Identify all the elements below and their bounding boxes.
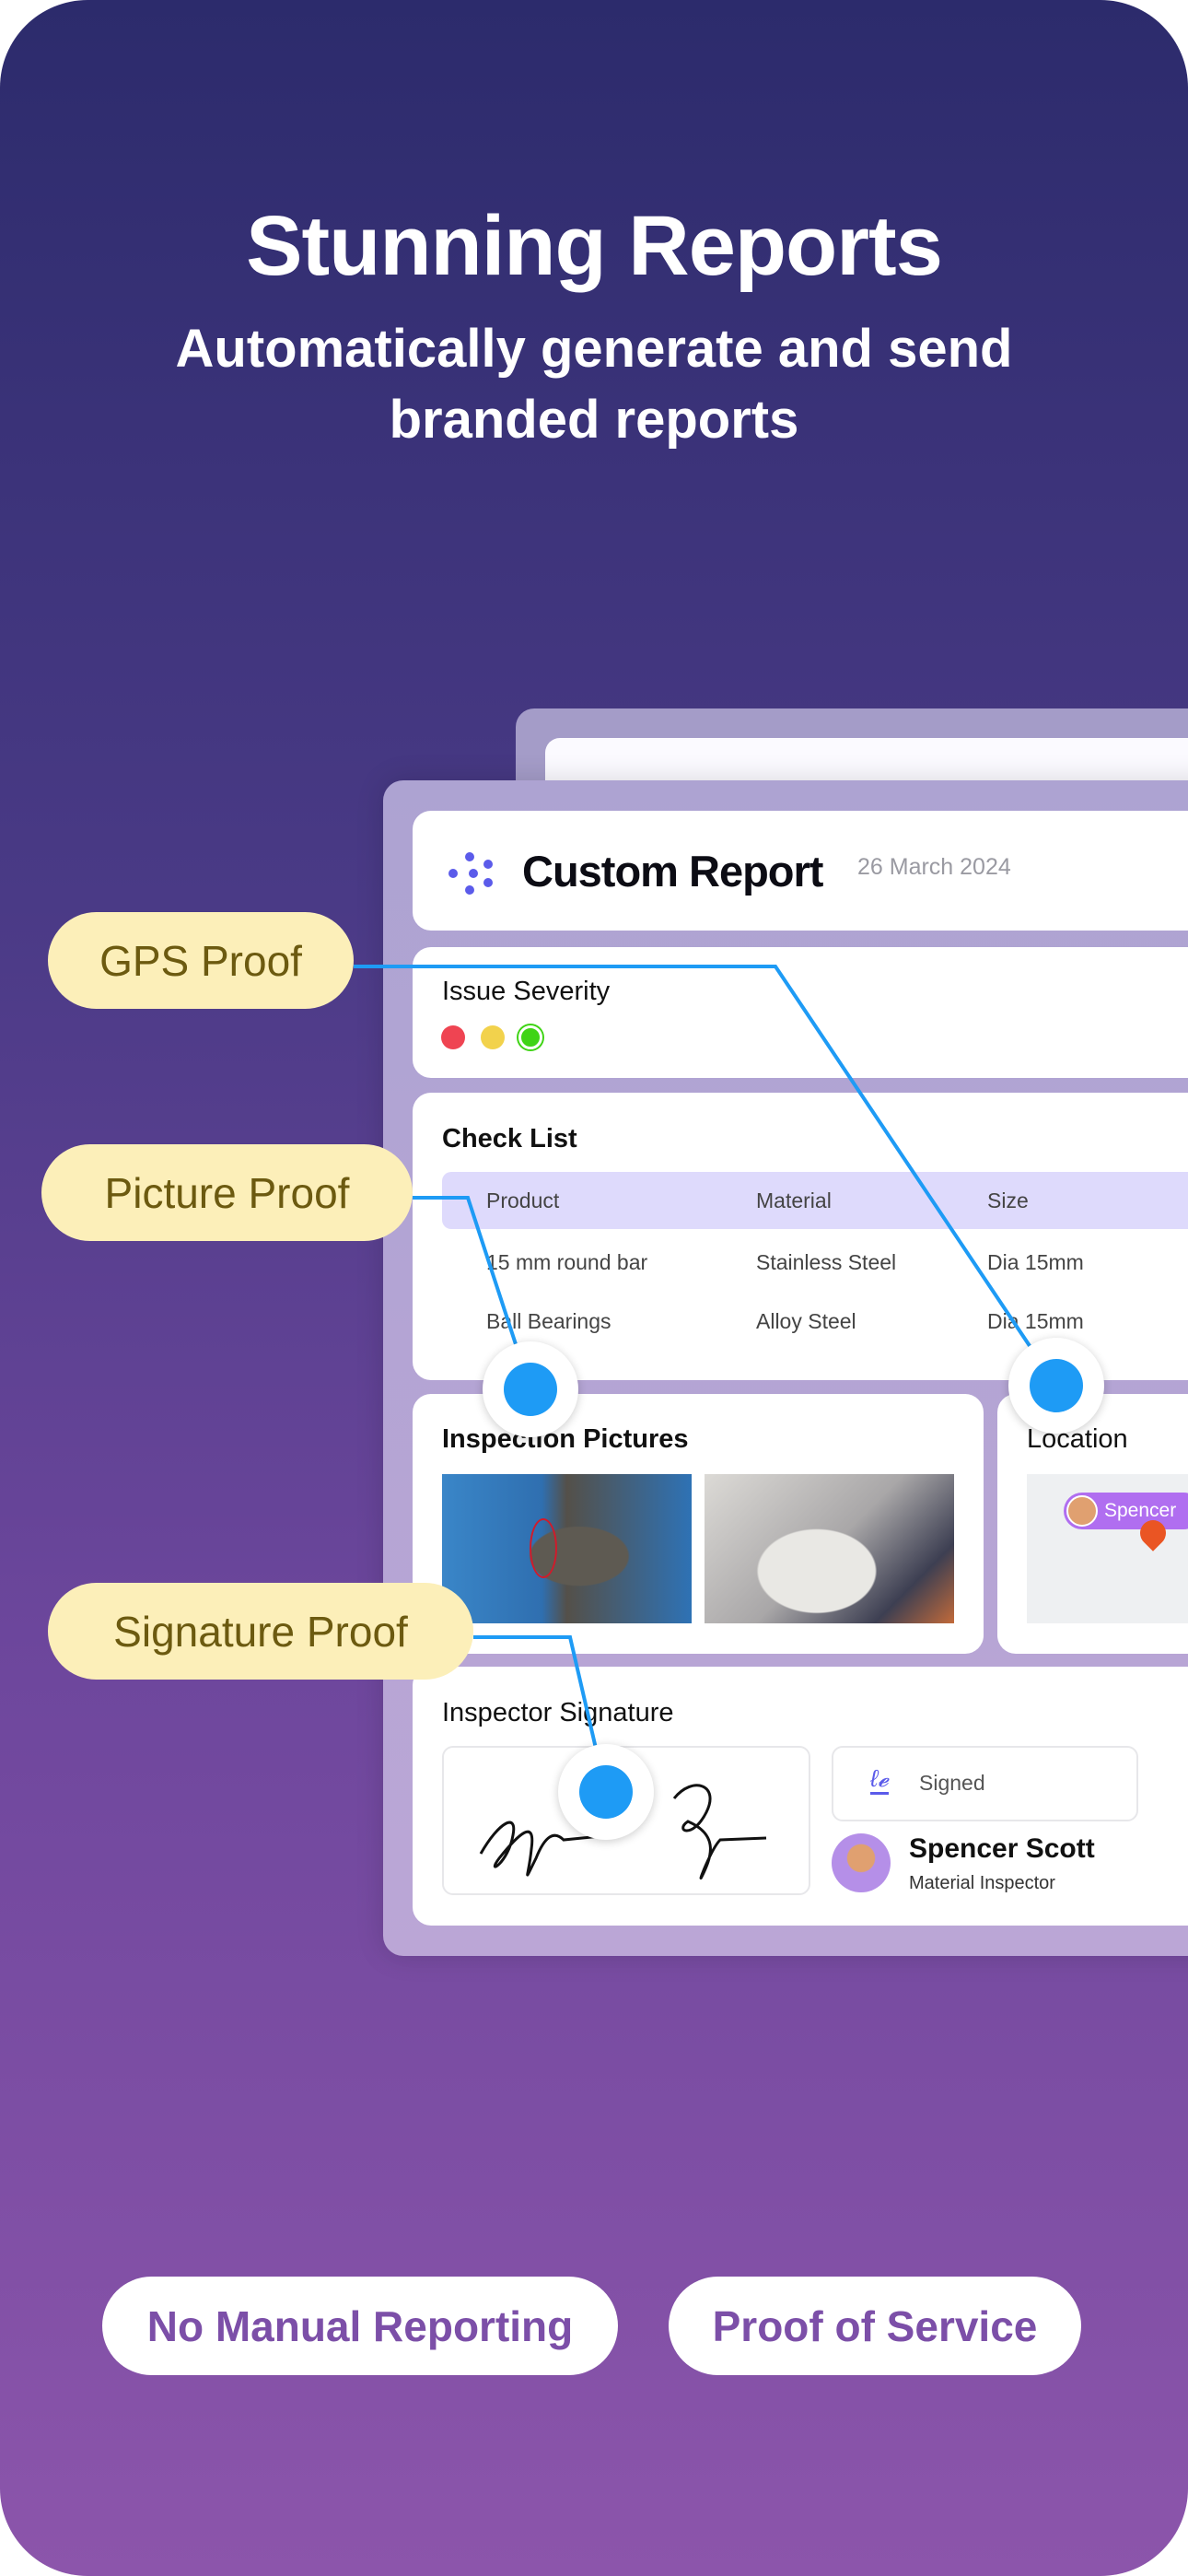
signature-proof-marker[interactable] <box>558 1744 654 1840</box>
gps-proof-callout: GPS Proof <box>48 912 354 1009</box>
picture-proof-marker[interactable] <box>483 1341 578 1437</box>
connector-lines <box>354 965 1058 1793</box>
screen: Stunning Reports Automatically generate … <box>0 0 1188 2576</box>
proof-of-service-badge: Proof of Service <box>669 2277 1081 2375</box>
no-manual-reporting-badge: No Manual Reporting <box>102 2277 618 2375</box>
gps-connector <box>354 965 1058 1388</box>
signature-proof-callout: Signature Proof <box>48 1583 473 1680</box>
gps-proof-marker[interactable] <box>1008 1338 1104 1434</box>
picture-proof-callout: Picture Proof <box>41 1144 413 1241</box>
